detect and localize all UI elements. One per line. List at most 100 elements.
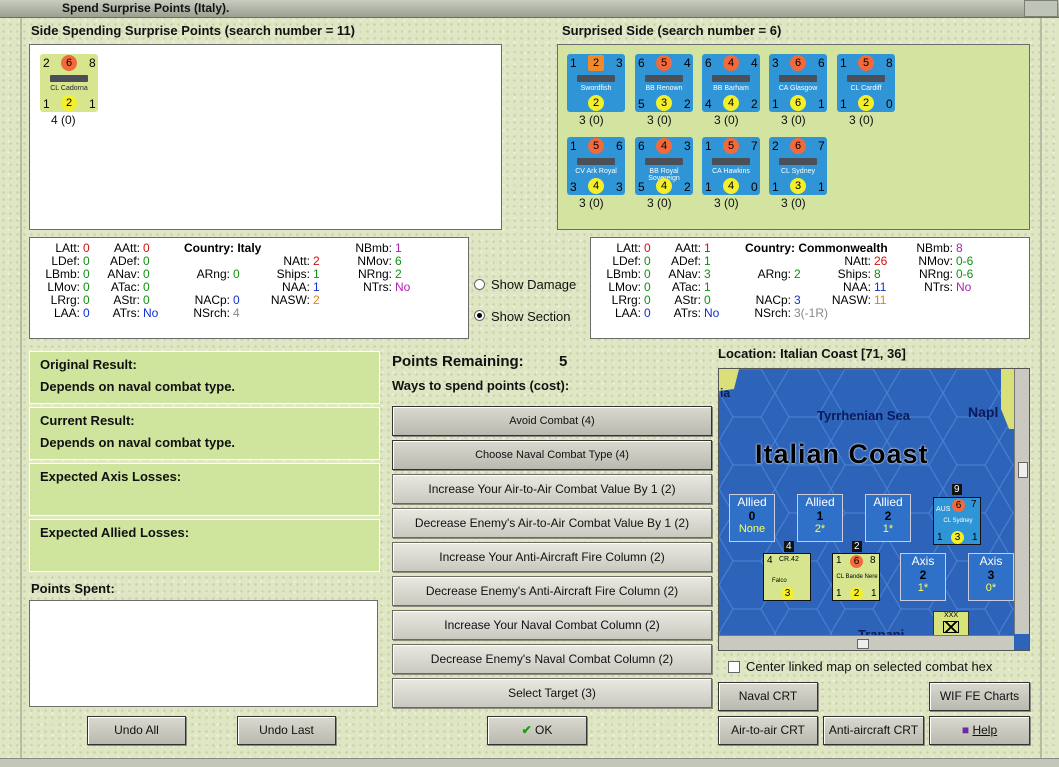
h-scroll-thumb[interactable]: [857, 639, 869, 649]
ways-to-spend-label: Ways to spend points (cost):: [392, 378, 570, 393]
counter-value: 4: [723, 95, 739, 111]
center-map-checkbox[interactable]: [728, 661, 740, 673]
unit-counter-swordfish[interactable]: 1 2 3 Swordfish 2: [567, 54, 625, 112]
stat-label: LMov:: [608, 280, 641, 294]
stat-label: LAA:: [53, 306, 80, 320]
show-damage-label[interactable]: Show Damage: [491, 277, 576, 292]
stat-value: 2: [313, 293, 320, 307]
stat-value: 4: [233, 306, 240, 320]
counter-value: 0: [886, 97, 893, 111]
stat-label: NAA:: [281, 280, 310, 294]
ok-button[interactable]: ✔ OK: [487, 716, 587, 745]
points-spent-list[interactable]: [29, 600, 378, 707]
center-map-label[interactable]: Center linked map on selected combat hex: [746, 659, 992, 674]
close-button[interactable]: [1024, 0, 1058, 17]
allied-box-2[interactable]: Allied 2 1*: [865, 494, 911, 542]
box-title: Axis: [979, 554, 1003, 568]
action-button-4[interactable]: Decrease Enemy's Air-to-Air Combat Value…: [392, 508, 712, 538]
box-title: Axis: [911, 554, 935, 568]
counter-value: 2: [850, 587, 863, 600]
v-scroll-thumb[interactable]: [1018, 462, 1028, 478]
action-button-7[interactable]: Increase Your Naval Combat Column (2): [392, 610, 712, 640]
right-side-header: Surprised Side (search number = 6): [562, 23, 782, 38]
commonwealth-stats-panel: Country: Commonwealth LAtt: 0 LDef: 0 LBmb: 0…: [590, 237, 1030, 339]
unit-counter-cl-sydney[interactable]: 2 6 7 CL Sydney 1 3 1: [769, 137, 827, 195]
ship-icon: [577, 158, 615, 165]
map-vertical-scrollbar[interactable]: [1014, 369, 1029, 634]
counter-value: 1: [840, 97, 847, 111]
stat-label: AAtt:: [113, 241, 140, 255]
unit-name: CL Sydney: [943, 518, 973, 524]
unit-caption: 3 (0): [647, 196, 672, 210]
counter-value: 6: [790, 55, 806, 71]
action-button-2[interactable]: Choose Naval Combat Type (4): [392, 440, 712, 470]
stat-value: 2: [313, 254, 320, 268]
unit-caption: 3 (0): [714, 113, 739, 127]
undo-all-button[interactable]: Undo All: [87, 716, 186, 745]
show-section-radio[interactable]: [474, 310, 485, 321]
allied-losses-label: Expected Allied Losses:: [40, 525, 190, 540]
action-button-1[interactable]: Avoid Combat (4): [392, 406, 712, 436]
map-horizontal-scrollbar[interactable]: [719, 635, 1014, 650]
map-counter-cl-bande-nere[interactable]: 1 8 1 1 6 CL Bande Nere 2: [832, 553, 880, 601]
counter-value: 5: [656, 55, 672, 71]
action-button-5[interactable]: Increase Your Anti-Aircraft Fire Column …: [392, 542, 712, 572]
stat-label: LRrg:: [50, 293, 80, 307]
window-title: Spend Surprise Points (Italy).: [62, 1, 230, 15]
stat-label: NSrch:: [754, 306, 791, 320]
map-counter-cl-sydney[interactable]: AUS 6 7 CL Sydney 1 3 1: [933, 497, 981, 545]
ship-icon: [779, 75, 817, 82]
counter-value: 1: [89, 97, 96, 111]
unit-name: CL Cardiff: [850, 85, 882, 92]
air-to-air-crt-button[interactable]: Air-to-air CRT: [718, 716, 818, 745]
stat-value: 1: [704, 280, 711, 294]
unit-name: BB Barham: [713, 85, 749, 92]
unit-counter-ca-glasgow[interactable]: 3 6 6 CA Glasgow 1 6 1: [769, 54, 827, 112]
unit-counter-bb-barham[interactable]: 6 4 4 BB Barham 4 4 2: [702, 54, 760, 112]
counter-value: 6: [790, 95, 806, 111]
stat-label: NRng:: [918, 267, 953, 281]
wif-fe-charts-button[interactable]: WIF FE Charts: [929, 682, 1030, 711]
current-result-label: Current Result:: [40, 413, 135, 428]
unit-counter-bb-royal-sovereign[interactable]: 643BB Royal Sovereign542: [635, 137, 693, 195]
counter-value: 3: [772, 56, 779, 70]
action-button-8[interactable]: Decrease Enemy's Naval Combat Column (2): [392, 644, 712, 674]
action-button-6[interactable]: Decrease Enemy's Anti-Aircraft Fire Colu…: [392, 576, 712, 606]
action-button-9[interactable]: Select Target (3): [392, 678, 712, 708]
counter-value: 2: [588, 55, 604, 71]
counter-value: 1: [772, 97, 779, 111]
action-button-3[interactable]: Increase Your Air-to-Air Combat Value By…: [392, 474, 712, 504]
unit-counter-cl-cardiff[interactable]: 1 5 8 CL Cardiff 1 2 0: [837, 54, 895, 112]
map-counter-cr42-falco[interactable]: 4 CR.42 Falco 3: [763, 553, 811, 601]
show-section-label[interactable]: Show Section: [491, 309, 571, 324]
points-spent-label: Points Spent:: [31, 581, 115, 596]
allied-box-0[interactable]: Allied 0 None: [729, 494, 775, 542]
unit-counter-ca-hawkins[interactable]: 1 5 7 CA Hawkins 1 4 0: [702, 137, 760, 195]
stat-value: 0: [644, 254, 651, 268]
counter-value: 6: [818, 56, 825, 70]
unit-counter-bb-renown[interactable]: 6 5 4 BB Renown 5 3 2: [635, 54, 693, 112]
box-value: 3: [987, 568, 995, 582]
counter-value: 1: [972, 532, 978, 543]
allied-box-1[interactable]: Allied 1 2*: [797, 494, 843, 542]
axis-box-0[interactable]: Axis 2 1*: [900, 553, 946, 601]
undo-last-button[interactable]: Undo Last: [237, 716, 336, 745]
axis-box-1[interactable]: Axis 3 0*: [968, 553, 1014, 601]
help-button[interactable]: ■ Help: [929, 716, 1030, 745]
show-damage-radio[interactable]: [474, 279, 485, 290]
stat-label: ANav:: [107, 267, 140, 281]
counter-value: 1: [570, 139, 577, 153]
unit-counter-cl-cadorna[interactable]: 2 6 8 CL Cadorna 1 2 1: [40, 54, 98, 112]
counter-value: 3: [656, 95, 672, 111]
location-map[interactable]: ia Tyrrhenian Sea Napl Italian Coast All…: [718, 368, 1030, 651]
unit-name: CA Hawkins: [712, 168, 750, 175]
anti-aircraft-crt-button[interactable]: Anti-aircraft CRT: [823, 716, 924, 745]
naval-crt-button[interactable]: Naval CRT: [718, 682, 818, 711]
map-edge-text: ia: [720, 386, 731, 400]
unit-counter-cv-ark-royal[interactable]: 1 5 6 CV Ark Royal 3 4 3: [567, 137, 625, 195]
stat-label: AAtt:: [674, 241, 701, 255]
stat-value: No: [704, 306, 720, 320]
stat-value: 8: [956, 241, 963, 255]
country-name: Italy: [237, 241, 262, 255]
stat-label: NBmb:: [355, 241, 392, 255]
